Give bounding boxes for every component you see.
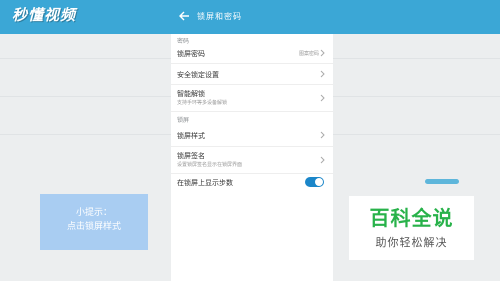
tip-line-2: 点击锁屏样式	[66, 222, 121, 232]
toggle-knob	[315, 178, 323, 186]
row-show-steps[interactable]: 在锁屏上显示步数	[171, 174, 333, 192]
right-header-bar	[333, 0, 500, 34]
divider	[0, 134, 171, 135]
divider	[0, 58, 171, 59]
row-smart-unlock[interactable]: 智能解锁 支持手环等多设备解锁	[171, 85, 333, 112]
chevron-right-icon	[320, 131, 325, 139]
chevron-right-icon	[320, 156, 325, 164]
row-lock-password[interactable]: 锁屏密码 图案密码	[171, 43, 333, 64]
divider	[333, 96, 500, 97]
row-value: 图案密码	[298, 51, 319, 57]
back-arrow-icon[interactable]	[177, 9, 191, 23]
row-subtitle: 设置锁屏签名显示在锁屏界面	[177, 162, 243, 168]
chevron-right-icon	[320, 70, 325, 78]
chevron-right-icon	[320, 94, 325, 102]
tip-line-1: 小提示：	[75, 208, 112, 218]
brand-watermark: 百科全说 助你轻松解决	[349, 196, 474, 260]
page-title: 锁屏和密码	[197, 12, 242, 21]
brand-main-text: 百科全说	[369, 206, 454, 230]
blurred-toggle-shape	[425, 179, 459, 184]
row-lockscreen-signature[interactable]: 锁屏签名 设置锁屏签名显示在锁屏界面	[171, 147, 333, 174]
app-header: 锁屏和密码	[171, 0, 333, 34]
row-title: 智能解锁	[177, 90, 205, 98]
row-lockscreen-style[interactable]: 锁屏样式	[171, 124, 333, 147]
row-title: 锁屏密码	[177, 50, 205, 58]
chevron-right-icon	[320, 49, 325, 57]
show-steps-toggle[interactable]	[305, 177, 324, 187]
divider	[333, 134, 500, 135]
row-title: 锁屏样式	[177, 132, 205, 140]
row-title: 安全锁定设置	[177, 71, 219, 79]
brand-sub-text: 助你轻松解决	[375, 236, 448, 249]
section-label-lockscreen: 锁屏	[177, 117, 190, 124]
watermark-logo: 秒懂视频	[12, 6, 77, 24]
tip-box: 小提示： 点击锁屏样式	[40, 194, 148, 250]
row-subtitle: 支持手环等多设备解锁	[177, 100, 228, 106]
row-title: 在锁屏上显示步数	[177, 179, 233, 187]
phone-screen: 锁屏和密码 密码 锁屏密码 图案密码 安全锁定设置 智能解锁 支持手环等多设备解…	[171, 0, 333, 281]
row-security-lock-settings[interactable]: 安全锁定设置	[171, 64, 333, 85]
divider	[0, 96, 171, 97]
divider	[333, 58, 500, 59]
row-title: 锁屏签名	[177, 152, 205, 160]
